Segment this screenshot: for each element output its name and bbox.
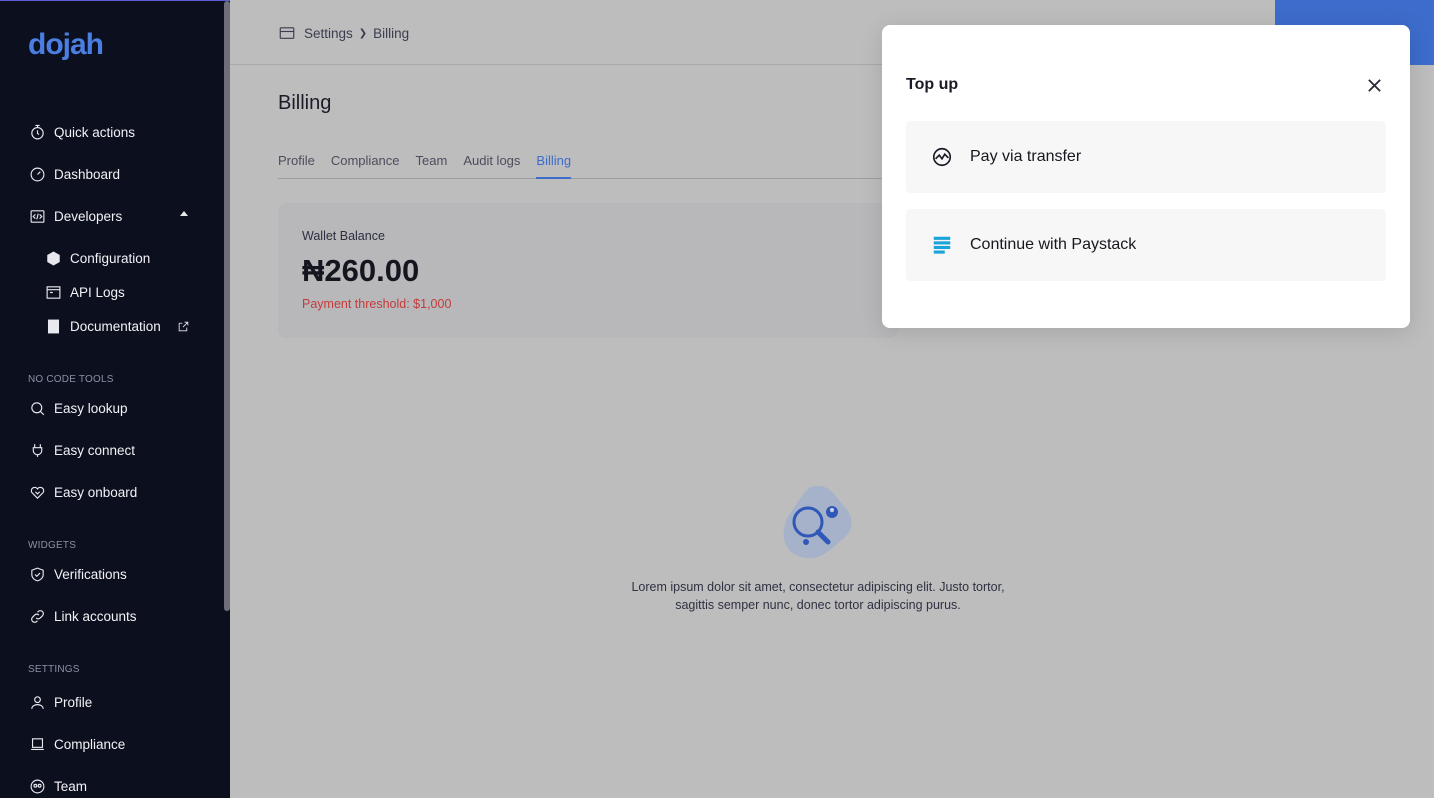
page-title: Billing xyxy=(278,92,332,114)
chevron-up-icon[interactable] xyxy=(180,211,188,216)
sidebar-item-team[interactable]: Team xyxy=(28,775,87,797)
sidebar: dojah Quick actions Dashboard Developers… xyxy=(0,0,230,798)
tab-compliance[interactable]: Compliance xyxy=(331,152,400,179)
sidebar-item-label: Profile xyxy=(54,694,93,710)
code-icon xyxy=(28,207,46,225)
continue-with-paystack-option[interactable]: Continue with Paystack xyxy=(906,209,1386,281)
user-icon xyxy=(28,693,46,711)
top-up-modal: Top up Pay via transfer Continue with Pa… xyxy=(882,25,1410,328)
close-icon xyxy=(1367,78,1381,92)
payment-threshold: Payment threshold: $1,000 xyxy=(302,297,452,311)
hexagon-icon xyxy=(44,249,62,267)
shield-check-icon xyxy=(28,565,46,583)
wallet-card: Wallet Balance ₦260.00 Payment threshold… xyxy=(278,203,898,338)
breadcrumb-billing: Billing xyxy=(373,25,410,41)
settings-tabs: Profile Compliance Team Audit logs Billi… xyxy=(278,152,898,179)
search-icon xyxy=(28,399,46,417)
option-label: Pay via transfer xyxy=(970,148,1082,165)
tab-billing[interactable]: Billing xyxy=(536,152,572,179)
sidebar-item-easy-lookup[interactable]: Easy lookup xyxy=(28,397,128,419)
sidebar-item-verifications[interactable]: Verifications xyxy=(28,563,127,585)
sidebar-item-label: Dashboard xyxy=(54,166,121,182)
wallet-amount: ₦260.00 xyxy=(302,253,420,288)
section-label-settings: SETTINGS xyxy=(28,664,80,675)
sidebar-item-label: Developers xyxy=(54,208,123,224)
heart-handshake-icon xyxy=(28,483,46,501)
sidebar-item-label: Configuration xyxy=(70,250,151,266)
sidebar-item-configuration[interactable]: Configuration xyxy=(44,247,150,269)
tab-team[interactable]: Team xyxy=(416,152,448,179)
option-label: Continue with Paystack xyxy=(970,236,1137,253)
laptop-icon xyxy=(28,735,46,753)
sidebar-item-dashboard[interactable]: Dashboard xyxy=(28,163,120,185)
sidebar-item-link-accounts[interactable]: Link accounts xyxy=(28,605,137,627)
sidebar-item-label: Link accounts xyxy=(54,608,137,624)
logo[interactable]: dojah xyxy=(28,28,104,62)
transfer-chart-icon xyxy=(930,145,954,169)
sidebar-item-label: Compliance xyxy=(54,736,126,752)
sidebar-item-label: Quick actions xyxy=(54,124,136,140)
empty-search-illustration-icon xyxy=(783,486,852,559)
sidebar-item-easy-onboard[interactable]: Easy onboard xyxy=(28,481,137,503)
browser-window-icon xyxy=(44,283,62,301)
sidebar-item-label: Team xyxy=(54,778,88,794)
plug-icon xyxy=(28,441,46,459)
sidebar-item-label: Documentation xyxy=(70,318,161,334)
external-link-icon xyxy=(175,317,193,335)
sidebar-item-quick-actions[interactable]: Quick actions xyxy=(28,121,135,143)
sidebar-item-label: Verifications xyxy=(54,566,127,582)
pay-via-transfer-option[interactable]: Pay via transfer xyxy=(906,121,1386,193)
sidebar-item-compliance[interactable]: Compliance xyxy=(28,733,125,755)
sidebar-item-documentation[interactable]: Documentation xyxy=(44,315,201,337)
book-icon xyxy=(44,317,62,335)
section-label-widgets: WIDGETS xyxy=(28,540,77,551)
card-icon xyxy=(279,27,295,39)
section-label-no-code-tools: NO CODE TOOLS xyxy=(28,374,114,385)
chevron-right-icon: ❯ xyxy=(358,27,368,39)
sidebar-item-profile[interactable]: Profile xyxy=(28,691,92,713)
team-icon xyxy=(28,777,46,795)
empty-state-text: Lorem ipsum dolor sit amet, consectetur … xyxy=(631,580,1005,612)
stopwatch-icon xyxy=(28,123,46,141)
sidebar-item-api-logs[interactable]: API Logs xyxy=(44,281,125,303)
link-icon xyxy=(28,607,46,625)
breadcrumb: Settings ❯ Billing xyxy=(278,24,409,42)
sidebar-item-label: API Logs xyxy=(70,284,125,300)
modal-title: Top up xyxy=(906,76,959,93)
close-button[interactable] xyxy=(1364,75,1384,95)
sidebar-item-label: Easy connect xyxy=(54,442,136,458)
tab-profile[interactable]: Profile xyxy=(278,152,315,179)
sidebar-item-label: Easy lookup xyxy=(54,400,128,416)
sidebar-item-label: Easy onboard xyxy=(54,484,138,500)
sidebar-item-easy-connect[interactable]: Easy connect xyxy=(28,439,135,461)
breadcrumb-settings[interactable]: Settings xyxy=(304,26,353,41)
dashboard-gauge-icon xyxy=(28,165,46,183)
tab-audit-logs[interactable]: Audit logs xyxy=(463,152,520,179)
paystack-logo-icon xyxy=(930,233,954,257)
wallet-label: Wallet Balance xyxy=(302,229,385,243)
sidebar-item-developers[interactable]: Developers xyxy=(28,205,122,227)
